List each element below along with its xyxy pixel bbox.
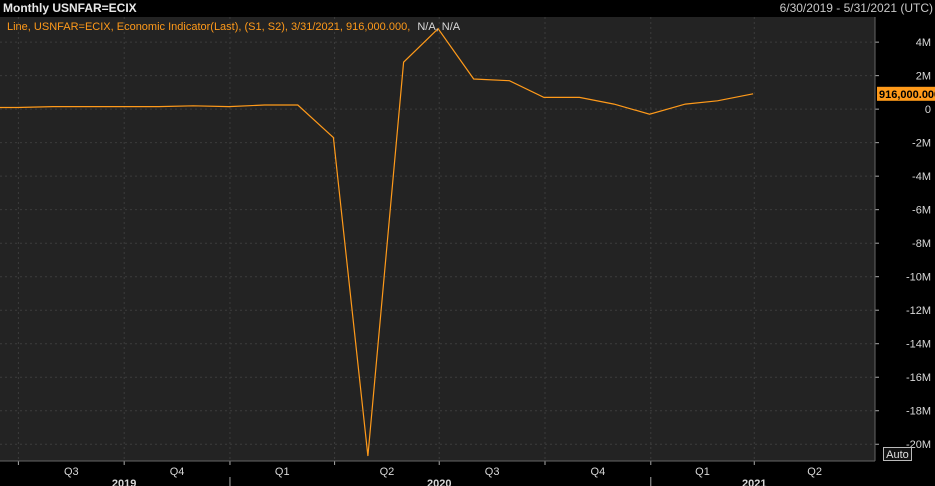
chart-title: Monthly USNFAR=ECIX bbox=[3, 1, 137, 15]
legend-text: Line, USNFAR=ECIX, Economic Indicator(La… bbox=[7, 21, 461, 33]
x-tick-label: Q1 bbox=[275, 466, 290, 478]
y-tick-label: -12M bbox=[906, 305, 931, 317]
y-tick-label: -18M bbox=[906, 406, 931, 418]
plot-background bbox=[0, 17, 875, 461]
x-tick-label: Q3 bbox=[64, 466, 79, 478]
line-chart[interactable]: 4M2M0-2M-4M-6M-8M-10M-12M-14M-16M-18M-20… bbox=[0, 17, 935, 486]
x-axis-background bbox=[0, 461, 935, 486]
y-tick-label: -10M bbox=[906, 272, 931, 284]
y-tick-label: -6M bbox=[912, 205, 931, 217]
x-tick-label: Q1 bbox=[695, 466, 710, 478]
legend-series-info: Line, USNFAR=ECIX, Economic Indicator(La… bbox=[7, 21, 410, 33]
y-tick-label: 0 bbox=[925, 104, 931, 116]
y-tick-label: -16M bbox=[906, 372, 931, 384]
x-tick-label: Q2 bbox=[380, 466, 395, 478]
x-tick-label: Q3 bbox=[485, 466, 500, 478]
y-tick-label: 4M bbox=[916, 37, 931, 49]
y-tick-label: -14M bbox=[906, 339, 931, 351]
legend-na-values: N/A, N/A bbox=[417, 21, 460, 33]
x-year-label: 2019 bbox=[112, 478, 136, 486]
last-value-text: 916,000.000 bbox=[879, 89, 935, 101]
y-tick-label: 2M bbox=[916, 71, 931, 83]
x-tick-label: Q4 bbox=[170, 466, 185, 478]
last-value-badge: 916,000.000 bbox=[877, 86, 935, 101]
x-year-label: 2020 bbox=[427, 478, 451, 486]
auto-scale-button[interactable]: Auto bbox=[883, 447, 912, 461]
y-tick-label: -2M bbox=[912, 138, 931, 150]
y-tick-label: -8M bbox=[912, 238, 931, 250]
y-tick-label: -4M bbox=[912, 171, 931, 183]
x-year-label: 2021 bbox=[742, 478, 766, 486]
x-tick-label: Q2 bbox=[807, 466, 822, 478]
date-range: 6/30/2019 - 5/31/2021 (UTC) bbox=[779, 1, 933, 15]
x-tick-label: Q4 bbox=[591, 466, 606, 478]
title-bar: Monthly USNFAR=ECIX 6/30/2019 - 5/31/202… bbox=[0, 0, 935, 17]
